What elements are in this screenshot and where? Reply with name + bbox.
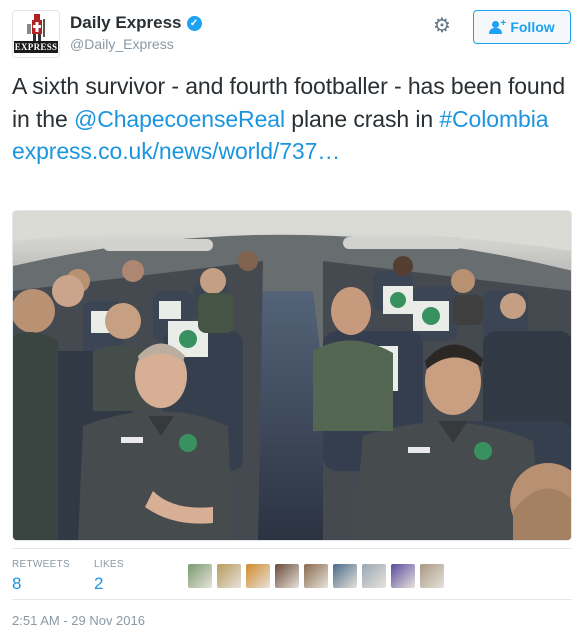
hashtag-link[interactable]: #Colombia xyxy=(439,106,548,132)
tweet-stats: RETWEETS 8 LIKES 2 xyxy=(12,548,572,600)
liker-avatar-4[interactable] xyxy=(275,564,299,588)
tweet-text-part-2: plane crash in xyxy=(284,105,440,132)
liker-avatar-7[interactable] xyxy=(362,564,386,588)
add-person-icon: + xyxy=(489,18,506,34)
liker-avatar-6[interactable] xyxy=(333,564,357,588)
account-names: Daily Express ✓ @Daily_Express xyxy=(70,13,202,52)
crusader-logo-icon xyxy=(27,14,45,42)
liker-avatar-3[interactable] xyxy=(246,564,270,588)
likes-count[interactable]: 2 xyxy=(94,574,124,594)
likes-stat[interactable]: LIKES 2 xyxy=(94,559,124,594)
verified-badge-icon: ✓ xyxy=(186,15,202,31)
gear-icon[interactable]: ⚙ xyxy=(431,15,453,37)
liker-avatar-8[interactable] xyxy=(391,564,415,588)
retweets-count[interactable]: 8 xyxy=(12,574,70,594)
tweet-text: A sixth survivor - and fourth footballer… xyxy=(12,70,567,168)
liker-avatar-9[interactable] xyxy=(420,564,444,588)
tweet-header: EXPRESS Daily Express ✓ @Daily_Express ⚙… xyxy=(12,10,571,58)
account-avatar[interactable]: EXPRESS xyxy=(12,10,60,58)
liker-avatar-5[interactable] xyxy=(304,564,328,588)
account-fullname[interactable]: Daily Express ✓ xyxy=(70,13,202,33)
liker-avatar-1[interactable] xyxy=(188,564,212,588)
liker-avatars xyxy=(188,564,444,588)
account-name[interactable]: Daily Express xyxy=(70,13,182,33)
follow-button[interactable]: + Follow xyxy=(473,10,571,44)
article-link[interactable]: express.co.uk/news/world/737… xyxy=(12,138,340,164)
retweets-stat[interactable]: RETWEETS 8 xyxy=(12,559,70,594)
avatar-wordmark: EXPRESS xyxy=(14,41,58,53)
tweet-photo[interactable] xyxy=(12,210,572,541)
account-handle[interactable]: @Daily_Express xyxy=(70,36,202,52)
retweets-label: RETWEETS xyxy=(12,559,70,570)
mention-link[interactable]: @ChapecoenseReal xyxy=(74,106,285,132)
liker-avatar-2[interactable] xyxy=(217,564,241,588)
tweet-timestamp[interactable]: 2:51 AM - 29 Nov 2016 xyxy=(12,613,145,628)
airplane-cabin-photo xyxy=(13,211,571,540)
follow-label: Follow xyxy=(510,19,555,35)
likes-label: LIKES xyxy=(94,559,124,570)
